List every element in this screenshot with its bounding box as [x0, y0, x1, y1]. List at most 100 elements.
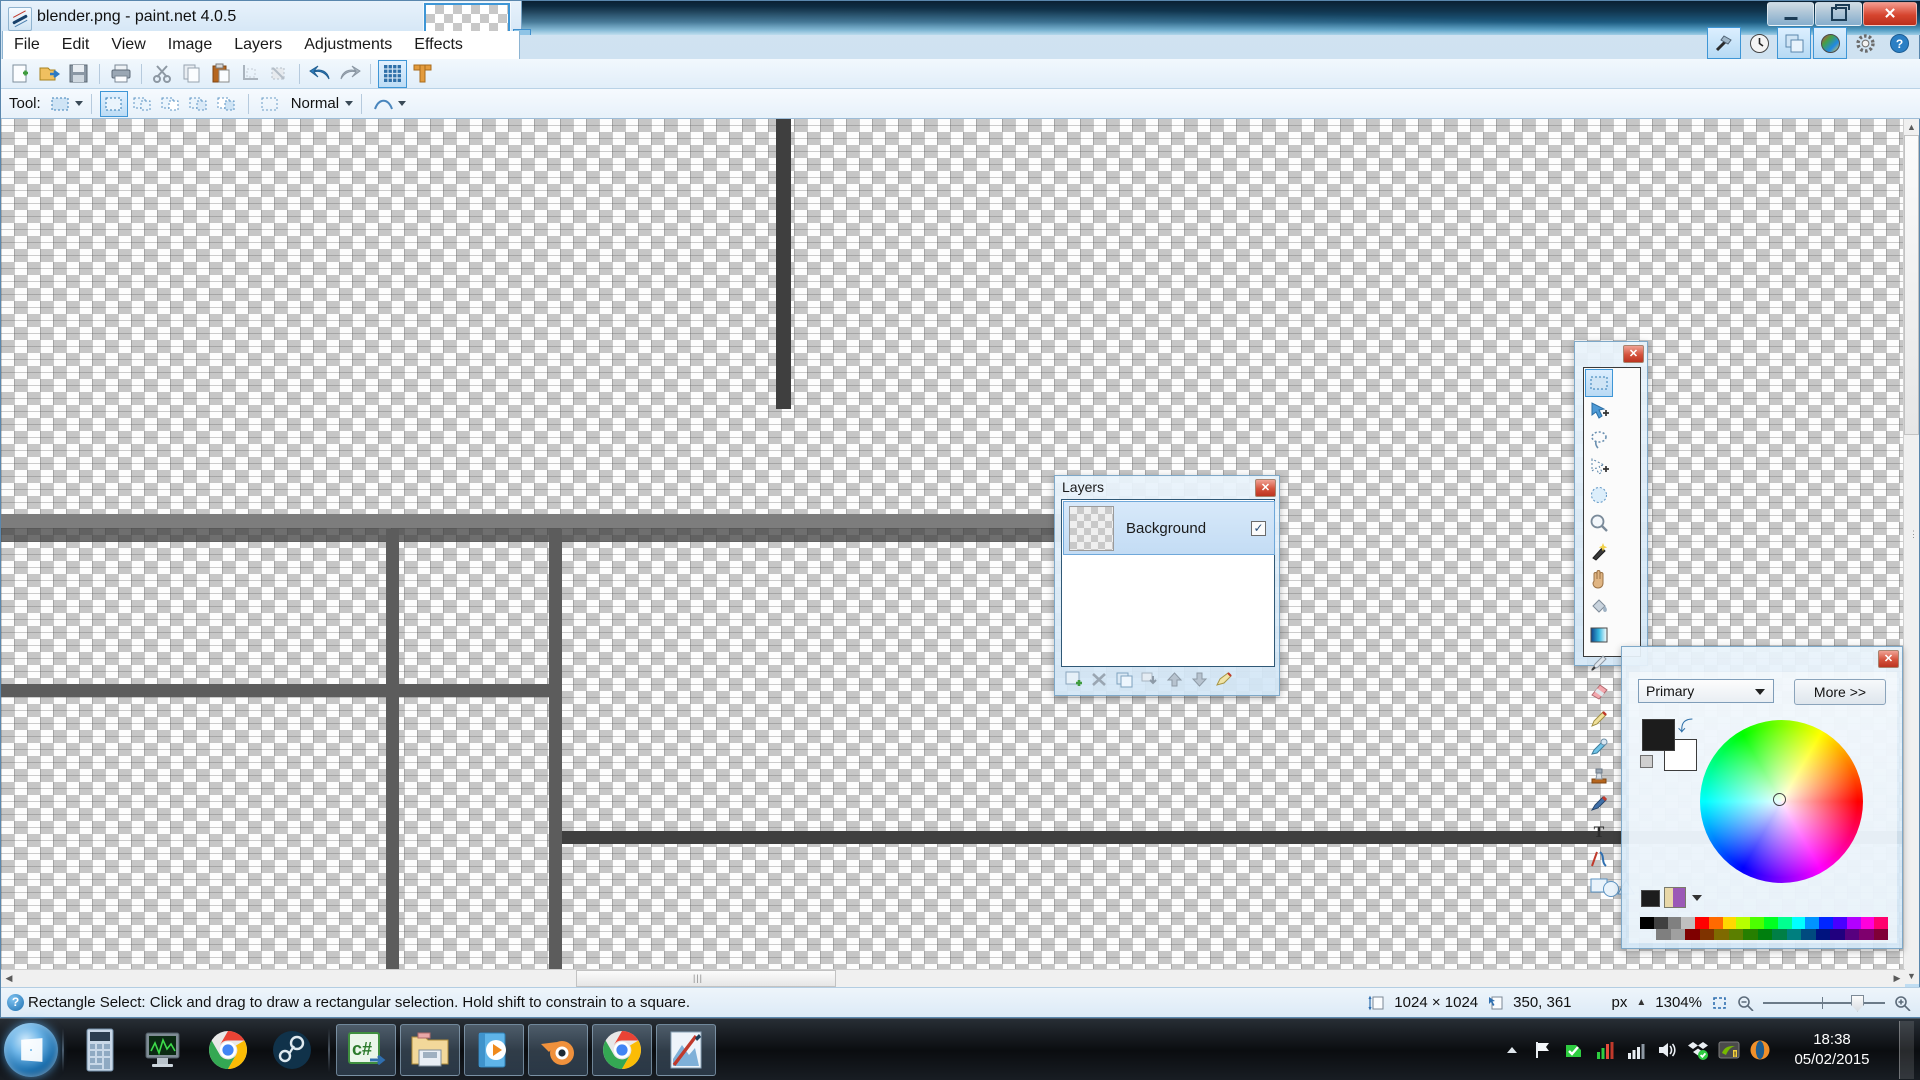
properties-pencil-icon[interactable]	[1214, 670, 1235, 689]
swatch[interactable]	[1832, 917, 1847, 929]
taskbar-chrome-window[interactable]	[592, 1023, 652, 1076]
taskbar-steam[interactable]	[262, 1024, 322, 1076]
chevron-up-icon[interactable]	[1501, 1039, 1523, 1061]
select-union-icon[interactable]	[130, 92, 156, 116]
select-intersect-icon[interactable]	[214, 92, 240, 116]
taskbar-paintnet[interactable]	[656, 1023, 716, 1076]
menu-item-layers[interactable]: Layers	[223, 33, 293, 57]
antialias-chevron-icon[interactable]	[398, 101, 407, 106]
add-layer-icon[interactable]	[1064, 670, 1085, 689]
swatch[interactable]	[1873, 929, 1888, 940]
scroll-up-button[interactable]: ▲	[1904, 119, 1919, 135]
swatch[interactable]	[1791, 917, 1806, 929]
swatch[interactable]	[1750, 917, 1765, 929]
palette-swatch-row-1[interactable]	[1640, 917, 1889, 929]
swatch[interactable]	[1653, 917, 1668, 929]
flag-icon[interactable]	[1532, 1039, 1554, 1061]
show-desktop-button[interactable]	[1899, 1020, 1914, 1079]
zoom-in-icon[interactable]	[1894, 995, 1911, 1012]
palette-chooser-icon[interactable]	[1664, 887, 1686, 908]
eyedropper-icon[interactable]	[1585, 733, 1613, 761]
ellipse-select-tool[interactable]	[1585, 481, 1613, 509]
vertical-scroll-thumb[interactable]	[1904, 135, 1919, 435]
minimize-button[interactable]	[1767, 2, 1814, 26]
menu-item-effects[interactable]: Effects	[403, 33, 474, 57]
layers-palette[interactable]: Layers ✕ Background ✓	[1054, 475, 1280, 696]
antialiasing-icon[interactable]	[370, 92, 396, 116]
zoom-slider-thumb[interactable]	[1851, 994, 1864, 1012]
color-wheel-cursor[interactable]	[1773, 793, 1786, 806]
close-icon[interactable]: ✕	[1878, 650, 1899, 668]
question-icon[interactable]: ?	[1883, 28, 1915, 58]
copy-icon[interactable]	[178, 61, 205, 87]
taskbar-blender[interactable]	[528, 1023, 588, 1076]
paint-bucket-icon[interactable]	[1585, 593, 1613, 621]
ruler-icon[interactable]	[409, 61, 436, 87]
swatch[interactable]	[1728, 929, 1743, 940]
swatch[interactable]	[1786, 929, 1801, 940]
restore-button[interactable]	[1815, 2, 1862, 26]
swatch[interactable]	[1708, 917, 1723, 929]
menu-item-edit[interactable]: Edit	[51, 33, 101, 57]
bars-color-icon[interactable]	[1594, 1039, 1616, 1061]
zoom-slider[interactable]	[1763, 994, 1885, 1012]
new-document-icon[interactable]	[7, 61, 34, 87]
select-xor-icon[interactable]	[186, 92, 212, 116]
title-bar[interactable]: blender.png - paint.net 4.0.5 ✕	[1, 1, 1920, 35]
swatch[interactable]	[1805, 917, 1820, 929]
swatch[interactable]	[1874, 917, 1889, 929]
color-wheel-icon[interactable]	[1813, 27, 1847, 59]
select-exclude-icon[interactable]	[158, 92, 184, 116]
green-shield-check-icon[interactable]	[1563, 1039, 1585, 1061]
swap-colors-icon[interactable]: ⤵	[1678, 715, 1693, 736]
vertical-scrollbar[interactable]: ▲ ⋮ ▼	[1903, 119, 1919, 984]
magic-wand-tool[interactable]	[1585, 537, 1613, 565]
recolor-brush-icon[interactable]	[1585, 789, 1613, 817]
close-icon[interactable]: ✕	[1255, 479, 1276, 497]
swatch[interactable]	[1859, 929, 1874, 940]
dropbox-icon[interactable]	[1687, 1039, 1709, 1061]
swatch[interactable]	[1846, 917, 1861, 929]
duplicate-layer-icon[interactable]	[1114, 670, 1135, 689]
caret-up-icon[interactable]: ▲	[1636, 997, 1646, 1008]
swatch[interactable]	[1640, 917, 1654, 929]
tools-palette[interactable]: ✕ T	[1574, 341, 1648, 897]
tool-dropdown-chevron-icon[interactable]	[74, 101, 83, 106]
stamp-icon[interactable]	[1585, 761, 1613, 789]
layer-visibility-checkbox[interactable]: ✓	[1251, 520, 1266, 536]
units-label[interactable]: px	[1612, 994, 1628, 1011]
swatch[interactable]	[1714, 929, 1729, 940]
scroll-down-button[interactable]: ▼	[1904, 968, 1919, 984]
swatch[interactable]	[1772, 929, 1787, 940]
clipboard-paste-icon[interactable]	[207, 61, 234, 87]
crop-icon[interactable]	[236, 61, 263, 87]
swatch[interactable]	[1844, 929, 1859, 940]
taskbar-media-player[interactable]	[464, 1023, 524, 1076]
swatch[interactable]	[1681, 917, 1696, 929]
open-folder-icon[interactable]	[36, 61, 63, 87]
swatch[interactable]	[1764, 917, 1778, 929]
taskbar-clock[interactable]: 18:38 05/02/2015	[1780, 1030, 1886, 1070]
magnifier-icon[interactable]	[1585, 509, 1613, 537]
swatch[interactable]	[1670, 929, 1685, 940]
printer-icon[interactable]	[107, 61, 134, 87]
delete-layer-icon[interactable]	[1089, 670, 1110, 689]
scissors-icon[interactable]	[149, 61, 176, 87]
swatch[interactable]	[1743, 929, 1758, 940]
color-channel-select[interactable]: Primary	[1638, 679, 1774, 703]
zoom-out-icon[interactable]	[1737, 995, 1754, 1012]
gear-icon[interactable]	[1849, 28, 1881, 58]
swatch[interactable]	[1695, 917, 1709, 929]
swatch[interactable]	[1757, 929, 1772, 940]
gradient-icon[interactable]	[1585, 621, 1613, 649]
swatch[interactable]	[1656, 929, 1671, 940]
add-to-palette-icon[interactable]	[1641, 890, 1660, 907]
swatch[interactable]	[1860, 917, 1875, 929]
menu-item-file[interactable]: File	[3, 33, 51, 57]
speaker-icon[interactable]	[1656, 1039, 1678, 1061]
menu-item-adjustments[interactable]: Adjustments	[293, 33, 403, 57]
hand-icon[interactable]	[1585, 565, 1613, 593]
merge-down-icon[interactable]	[1139, 670, 1160, 689]
grid-icon[interactable]	[378, 59, 407, 88]
tools-grid[interactable]: T	[1583, 367, 1641, 897]
